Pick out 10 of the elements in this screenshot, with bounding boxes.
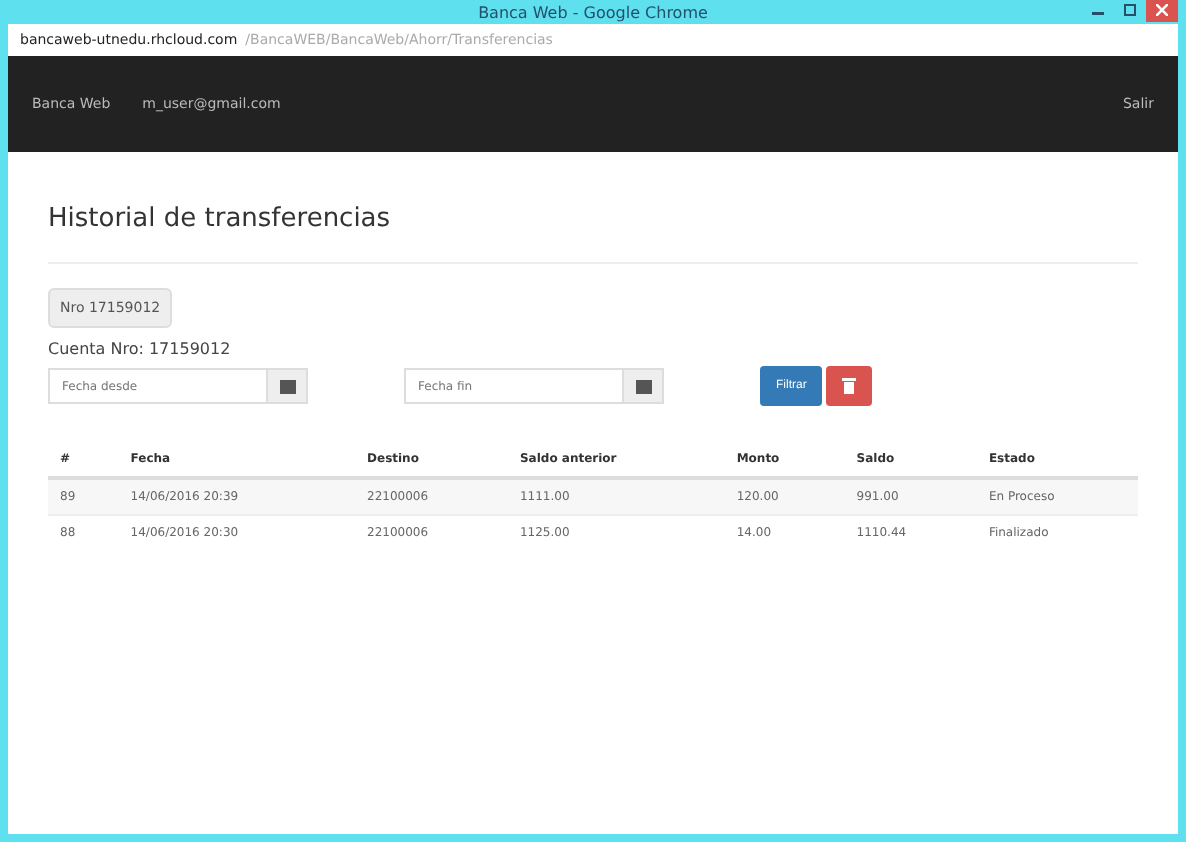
calendar-icon[interactable] (624, 368, 664, 404)
close-icon (1156, 4, 1168, 16)
calendar-icon[interactable] (268, 368, 308, 404)
maximize-icon (1124, 4, 1136, 16)
page-title: Historial de transferencias (48, 204, 1138, 264)
account-label: Cuenta Nro: 17159012 (48, 340, 233, 358)
close-button[interactable] (1146, 0, 1178, 22)
delete-button[interactable] (826, 366, 873, 406)
trash-icon (842, 378, 857, 394)
window-title: Banca Web - Google Chrome (478, 3, 708, 21)
